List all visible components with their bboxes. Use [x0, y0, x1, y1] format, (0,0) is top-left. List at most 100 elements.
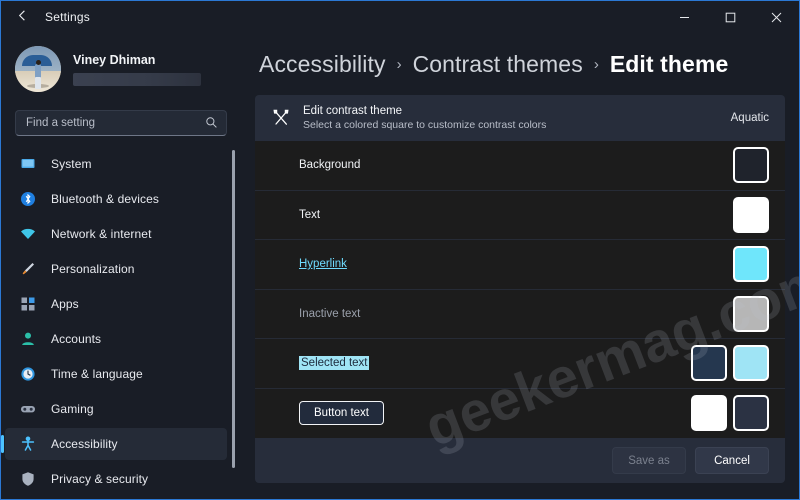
color-row-label: Background [299, 159, 361, 172]
color-swatch-hyperlink[interactable] [733, 246, 769, 283]
edit-theme-pen-brush-icon [269, 108, 293, 128]
maximize-icon [725, 12, 736, 23]
minimize-button[interactable] [661, 1, 707, 33]
sidebar-item-label: Network & internet [51, 226, 152, 241]
window-title: Settings [45, 10, 90, 24]
bluetooth-icon [19, 190, 37, 208]
color-row-button-text: Button text [255, 389, 785, 439]
color-swatch-selected-text-foreground[interactable] [691, 345, 727, 382]
window-body: Viney Dhiman System [1, 33, 799, 499]
sidebar-item-privacy-security[interactable]: Privacy & security [5, 463, 227, 495]
sidebar-item-apps[interactable]: Apps [5, 288, 227, 320]
search-box[interactable] [15, 109, 227, 136]
button-text-sample[interactable]: Button text [299, 401, 384, 426]
card-header: Edit contrast theme Select a colored squ… [255, 95, 785, 141]
content-area: Accessibility › Contrast themes › Edit t… [241, 33, 799, 499]
sidebar-item-bluetooth-devices[interactable]: Bluetooth & devices [5, 183, 227, 215]
back-button[interactable] [5, 2, 39, 32]
card-title: Edit contrast theme [303, 105, 403, 117]
card-footer: Save as Cancel [255, 438, 785, 483]
swatch-group [733, 246, 769, 283]
profile-email-redacted [73, 72, 201, 86]
sidebar-item-accounts[interactable]: Accounts [5, 323, 227, 355]
apps-grid-icon [19, 295, 37, 313]
breadcrumb-item-edit-theme: Edit theme [609, 50, 729, 77]
hyperlink-sample-text: Hyperlink [299, 258, 347, 271]
color-row-hyperlink: Hyperlink [255, 240, 785, 290]
save-as-button[interactable]: Save as [612, 447, 686, 474]
breadcrumb-separator: › [396, 55, 402, 73]
sidebar-item-label: Bluetooth & devices [51, 191, 159, 206]
card-subtitle: Select a colored square to customize con… [303, 119, 547, 131]
title-bar: Settings [1, 1, 799, 33]
sidebar-item-label: Accounts [51, 331, 102, 346]
color-swatch-button-text-foreground[interactable] [691, 395, 727, 432]
sidebar-item-label: Apps [51, 296, 79, 311]
shield-icon [19, 470, 37, 488]
color-row-label: Button text [299, 401, 691, 426]
sidebar-item-label: Personalization [51, 261, 135, 276]
avatar [15, 46, 61, 93]
sidebar-item-time-language[interactable]: Time & language [5, 358, 227, 390]
sidebar-nav: System Bluetooth & devices Network & int… [1, 148, 241, 499]
maximize-button[interactable] [707, 1, 753, 33]
card-header-text: Edit contrast theme Select a colored squ… [303, 104, 731, 132]
search-icon [205, 116, 218, 129]
swatch-group [691, 345, 769, 382]
sidebar-item-label: Gaming [51, 401, 94, 416]
color-row-inactive-text: Inactive text [255, 290, 785, 339]
sidebar-item-label: System [51, 156, 92, 171]
color-swatch-button-text-background[interactable] [733, 395, 769, 432]
color-row-label: Text [299, 208, 321, 221]
paintbrush-icon [19, 260, 37, 278]
sidebar-item-gaming[interactable]: Gaming [5, 393, 227, 425]
color-swatch-inactive-text[interactable] [733, 295, 769, 332]
arrow-left-icon [15, 8, 30, 26]
search-input[interactable] [26, 116, 205, 129]
sidebar-item-personalization[interactable]: Personalization [5, 253, 227, 285]
sidebar-item-label: Accessibility [51, 436, 118, 451]
sidebar-item-system[interactable]: System [5, 148, 227, 180]
breadcrumb-item-accessibility[interactable]: Accessibility [259, 51, 386, 78]
sidebar-item-windows-update[interactable]: Windows Update [5, 498, 227, 499]
sidebar: Viney Dhiman System [1, 33, 241, 499]
cancel-button[interactable]: Cancel [695, 447, 769, 474]
user-profile[interactable]: Viney Dhiman [1, 39, 241, 96]
swatch-group [733, 196, 769, 233]
color-swatch-selected-text-background[interactable] [733, 345, 769, 382]
theme-name: Aquatic [730, 112, 769, 124]
monitor-icon [19, 155, 37, 173]
swatch-group [733, 147, 769, 184]
color-row-background: Background [255, 141, 785, 191]
close-button[interactable] [753, 1, 799, 33]
edit-contrast-theme-card: Edit contrast theme Select a colored squ… [255, 95, 785, 483]
color-row-label: Inactive text [299, 307, 361, 320]
color-row-selected-text: Selected text [255, 339, 785, 389]
color-row-text: Text [255, 191, 785, 240]
minimize-icon [679, 12, 690, 23]
swatch-group [733, 295, 769, 332]
wifi-icon [19, 225, 37, 243]
color-swatch-text[interactable] [733, 196, 769, 233]
gamepad-icon [19, 400, 37, 418]
color-rows: Background Text Hyperlink Inactive text … [255, 141, 785, 438]
close-icon [771, 12, 782, 23]
person-icon [19, 330, 37, 348]
swatch-group [691, 395, 769, 432]
color-row-label: Selected text [299, 356, 691, 371]
selected-text-sample: Selected text [299, 356, 370, 371]
color-swatch-background[interactable] [733, 147, 769, 184]
breadcrumb: Accessibility › Contrast themes › Edit t… [255, 33, 785, 95]
sidebar-item-label: Privacy & security [51, 471, 149, 486]
sidebar-item-network-internet[interactable]: Network & internet [5, 218, 227, 250]
settings-window: Settings Viney Dhiman Find a setting Sys… [0, 0, 800, 500]
accessibility-person-icon [19, 435, 37, 453]
sidebar-item-label: Time & language [51, 366, 143, 381]
clock-icon [19, 365, 37, 383]
color-row-label: Hyperlink [299, 258, 733, 270]
profile-text: Viney Dhiman [73, 53, 201, 86]
sidebar-scrollbar[interactable] [232, 149, 235, 468]
sidebar-item-accessibility[interactable]: Accessibility [1, 427, 227, 460]
breadcrumb-item-contrast-themes[interactable]: Contrast themes [413, 51, 583, 78]
profile-name: Viney Dhiman [73, 52, 156, 67]
